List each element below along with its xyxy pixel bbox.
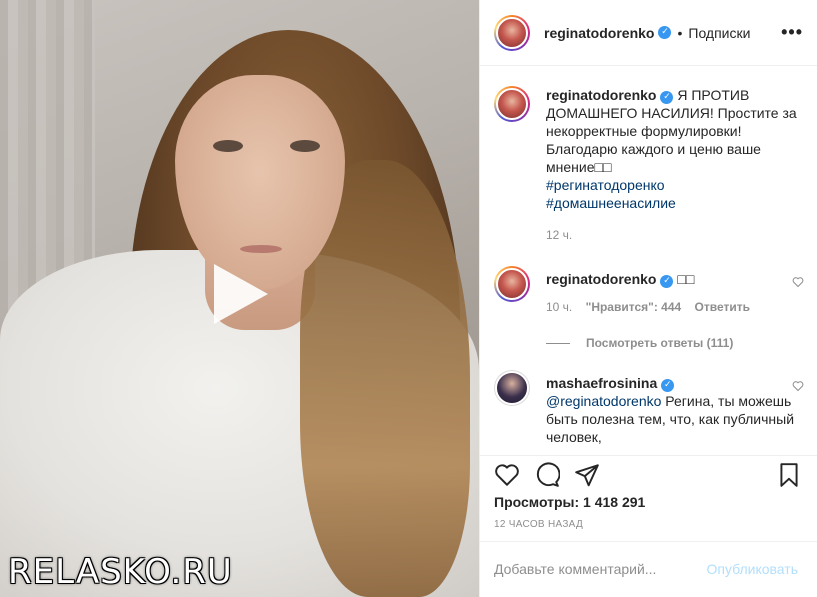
share-icon[interactable] <box>574 462 600 488</box>
comment-username[interactable]: mashaefrosinina <box>546 375 657 391</box>
verified-badge-icon: ✓ <box>658 26 672 39</box>
comment-meta: 10 ч. "Нравится": 444 Ответить <box>546 300 804 314</box>
verified-badge-icon: ✓ <box>661 379 675 392</box>
comment-username[interactable]: reginatodorenko <box>546 271 656 287</box>
more-options-icon[interactable]: ••• <box>781 22 803 43</box>
comments-list[interactable]: reginatodorenko ✓ Я ПРОТИВ ДОМАШНЕГО НАСИ… <box>480 66 817 455</box>
heart-icon[interactable] <box>494 462 520 488</box>
view-replies-button[interactable]: Посмотреть ответы (111) <box>546 336 733 350</box>
action-bar <box>480 455 817 491</box>
comment-text: mashaefrosinina ✓ @reginatodorenko Регина… <box>546 370 804 446</box>
caption-text: reginatodorenko ✓ Я ПРОТИВ ДОМАШНЕГО НАСИ… <box>546 86 804 212</box>
watermark: RELASKO.RU <box>8 552 233 592</box>
bookmark-icon[interactable] <box>776 462 802 488</box>
comment-text: reginatodorenko ✓ □□ <box>546 266 804 288</box>
following-button[interactable]: Подписки <box>688 25 750 41</box>
post-timestamp[interactable]: 12 ЧАСОВ НАЗАД <box>494 519 583 530</box>
play-icon[interactable] <box>208 262 272 326</box>
hashtag-link[interactable]: #регинатодоренко <box>546 177 665 193</box>
hashtag-link[interactable]: #домашнеенасилие <box>546 195 676 211</box>
caption-meta: 12 ч. <box>546 228 804 242</box>
left-eye <box>213 140 243 152</box>
verified-badge-icon: ✓ <box>660 275 674 288</box>
caption-emoji: □□ <box>594 159 612 175</box>
comment-item: reginatodorenko ✓ □□ 10 ч. "Нравится": 44… <box>494 266 804 314</box>
author-username[interactable]: reginatodorenko <box>544 25 654 41</box>
reply-button[interactable]: Ответить <box>695 300 750 314</box>
separator-dot: • <box>677 24 683 41</box>
caption-username[interactable]: reginatodorenko <box>546 87 656 103</box>
comment-form: Опубликовать <box>480 541 817 597</box>
comment-body: □□ <box>677 271 695 287</box>
caption-avatar[interactable] <box>494 86 530 122</box>
caption: reginatodorenko ✓ Я ПРОТИВ ДОМАШНЕГО НАСИ… <box>494 86 804 242</box>
comment-likes[interactable]: "Нравится": 444 <box>586 300 682 314</box>
comment-avatar[interactable] <box>494 370 530 406</box>
heart-icon[interactable] <box>792 380 804 392</box>
view-count[interactable]: Просмотры: 1 418 291 <box>494 494 645 510</box>
comment-icon[interactable] <box>534 462 560 488</box>
comment-time[interactable]: 10 ч. <box>546 300 572 314</box>
caption-time[interactable]: 12 ч. <box>546 228 572 242</box>
heart-icon[interactable] <box>792 276 804 288</box>
comment-avatar[interactable] <box>494 266 530 302</box>
right-eye <box>290 140 320 152</box>
publish-button[interactable]: Опубликовать <box>706 561 798 577</box>
post-header: reginatodorenko ✓ • Подписки ••• <box>480 0 817 66</box>
author-avatar[interactable] <box>494 14 530 51</box>
comment-item: mashaefrosinina ✓ @reginatodorenko Регина… <box>494 370 804 446</box>
post-video[interactable]: RELASKO.RU <box>0 0 479 597</box>
verified-badge-icon: ✓ <box>660 91 674 104</box>
comment-input[interactable] <box>494 561 694 577</box>
mouth <box>240 245 282 253</box>
post-sidebar: reginatodorenko ✓ • Подписки ••• reginat… <box>479 0 817 597</box>
mention-link[interactable]: @reginatodorenko <box>546 393 661 409</box>
